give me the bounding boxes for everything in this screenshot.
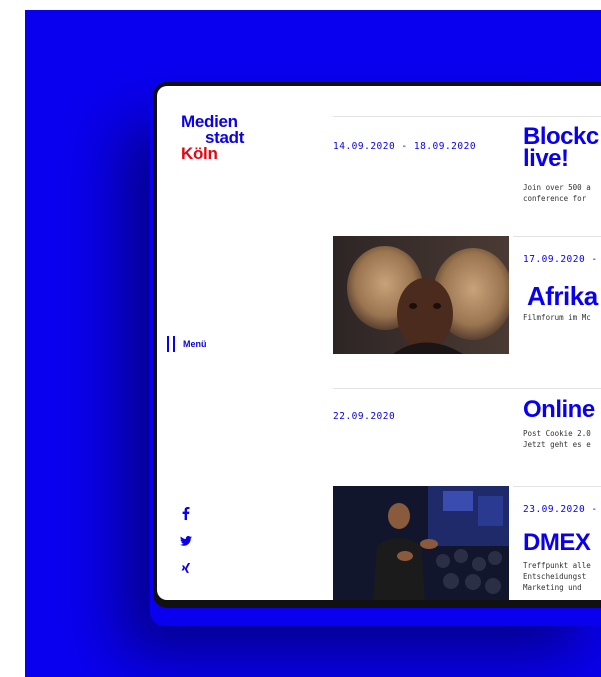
desc-line: Marketing und <box>523 583 582 592</box>
event-title[interactable]: DMEX <box>523 529 591 557</box>
event-description: Join over 500 a conference for <box>523 182 591 204</box>
event-description: Filmforum im Mc <box>523 313 591 322</box>
event-date: 22.09.2020 <box>333 411 396 422</box>
menu-label: Menü <box>183 339 207 349</box>
logo-line-3: Köln <box>181 144 218 163</box>
event-date: 14.09.2020 - 18.09.2020 <box>333 141 477 152</box>
row-divider <box>513 236 601 237</box>
menu-button[interactable]: Menü <box>167 336 207 352</box>
event-title[interactable]: Afrika <box>527 281 598 312</box>
row-divider <box>513 486 601 487</box>
xing-icon[interactable] <box>179 562 193 576</box>
desc-line: Entscheidungst <box>523 572 587 581</box>
event-date: 23.09.2020 - <box>523 504 598 515</box>
event-title[interactable]: Online <box>523 396 595 424</box>
event-title-line: live! <box>523 145 569 172</box>
event-image-speaker[interactable] <box>333 486 509 600</box>
event-date: 17.09.2020 - <box>523 254 598 265</box>
row-divider <box>333 388 601 389</box>
event-image-portrait[interactable] <box>333 236 509 354</box>
desc-line: conference for <box>523 194 587 203</box>
menu-icon <box>167 336 175 352</box>
row-divider <box>333 116 601 117</box>
event-description: Treffpunkt alle Entscheidungst Marketing… <box>523 560 591 593</box>
social-links <box>179 506 193 576</box>
event-title[interactable]: Blockc live! <box>523 125 599 172</box>
desc-line: Treffpunkt alle <box>523 561 591 570</box>
desc-line: Post Cookie 2.0 <box>523 429 591 438</box>
event-description: Post Cookie 2.0 Jetzt geht es e <box>523 428 591 450</box>
screen: Medien stadt Köln Menü 14.09.2020 - 18.0… <box>157 86 601 600</box>
device-frame: Medien stadt Köln Menü 14.09.2020 - 18.0… <box>153 82 601 608</box>
desc-line: Join over 500 a <box>523 183 591 192</box>
twitter-icon[interactable] <box>179 534 193 548</box>
desc-line: Jetzt geht es e <box>523 440 591 449</box>
site-logo[interactable]: Medien stadt Köln <box>181 113 244 163</box>
facebook-icon[interactable] <box>179 506 193 520</box>
